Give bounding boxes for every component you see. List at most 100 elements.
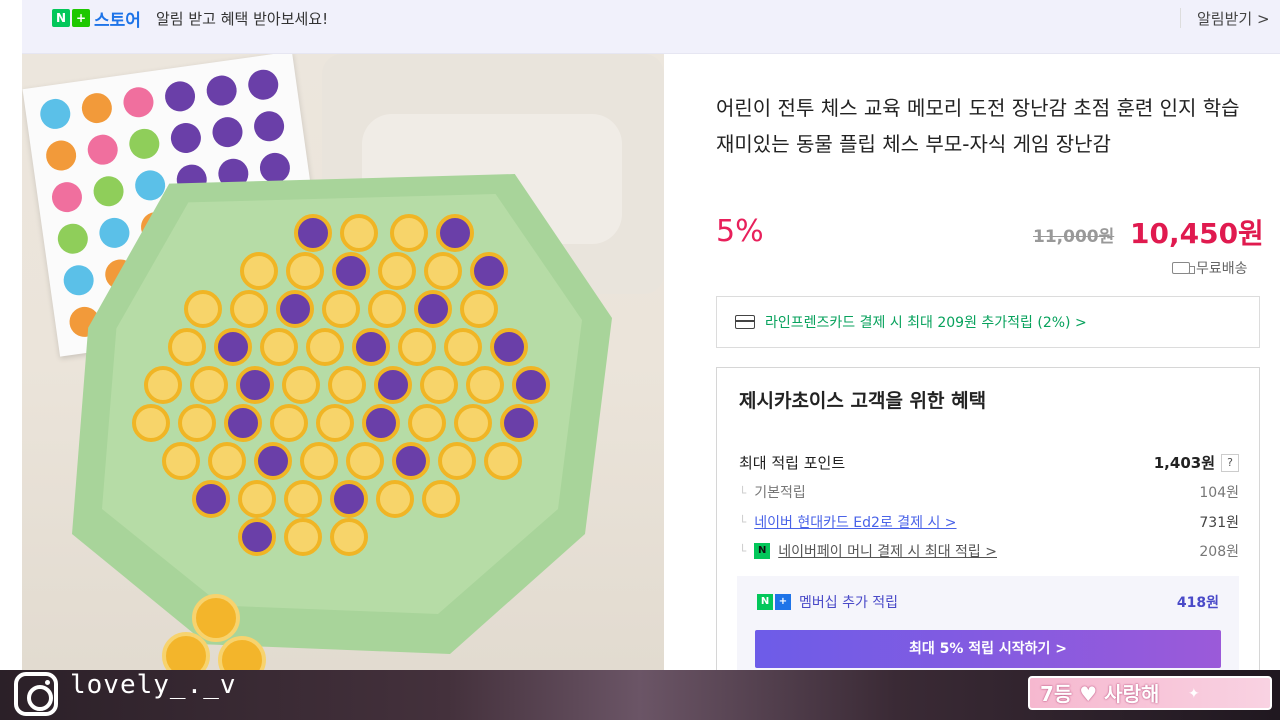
game-token	[282, 366, 320, 404]
game-token	[436, 214, 474, 252]
naver-pay-icon: N	[754, 543, 771, 559]
basic-point-row: 기본적립 104원	[739, 482, 1239, 502]
game-token	[330, 518, 368, 556]
game-token	[346, 442, 384, 480]
sticker	[127, 126, 162, 161]
game-token	[512, 366, 550, 404]
game-token	[322, 290, 360, 328]
basic-point-value: 104원	[1199, 485, 1239, 501]
sparkle-icon: ✦	[1188, 686, 1200, 702]
sticker	[252, 109, 287, 144]
game-token	[332, 252, 370, 290]
game-token	[490, 328, 528, 366]
membership-box: N + 멤버십 추가 적립 418원 최대 5% 적립 시작하기 >	[737, 576, 1239, 676]
game-token	[214, 328, 252, 366]
naver-pay-link[interactable]: 네이버페이 머니 결제 시 최대 적립 >	[778, 541, 997, 561]
game-token	[378, 252, 416, 290]
membership-n: N	[757, 594, 773, 610]
npay-point-prefix	[739, 543, 754, 559]
game-token	[500, 404, 538, 442]
game-token	[454, 404, 492, 442]
product-title: 어린이 전투 체스 교육 메모리 도전 장난감 초점 훈련 인지 학습 재미있는…	[716, 96, 1240, 156]
benefit-title: 제시카초이스 고객을 위한 혜택	[739, 390, 987, 412]
max-point-value: 1,403원	[1153, 454, 1215, 472]
instagram-icon	[14, 672, 58, 716]
max-point-label: 최대 적립 포인트	[739, 454, 846, 472]
help-icon[interactable]: ?	[1221, 453, 1239, 472]
membership-label: 멤버십 추가 적립	[799, 595, 899, 611]
shipping-info: 무료배송	[1172, 258, 1248, 278]
game-token	[260, 328, 298, 366]
game-token	[374, 366, 412, 404]
sale-price: 10,450원	[1130, 217, 1264, 250]
game-token	[190, 366, 228, 404]
membership-row: N + 멤버십 추가 적립 418원	[757, 592, 1219, 612]
game-token	[192, 480, 230, 518]
game-token	[398, 328, 436, 366]
game-token	[236, 366, 274, 404]
game-token	[408, 404, 446, 442]
naver-plus-membership-icon: N +	[757, 594, 791, 610]
game-token	[144, 366, 182, 404]
max-point-row: 최대 적립 포인트 1,403원 ?	[739, 452, 1239, 473]
game-token	[178, 404, 216, 442]
sticker	[44, 138, 79, 173]
game-token	[184, 290, 222, 328]
game-token	[414, 290, 452, 328]
naver-plus-logo[interactable]: N +	[52, 9, 90, 27]
sticker	[204, 73, 239, 108]
store-label[interactable]: 스토어	[94, 6, 141, 31]
sticker	[163, 79, 198, 114]
sticker	[210, 115, 245, 150]
truck-icon	[1172, 262, 1195, 274]
game-token	[284, 518, 322, 556]
game-token	[340, 214, 378, 252]
game-token	[208, 442, 246, 480]
game-token	[420, 366, 458, 404]
product-image[interactable]	[22, 54, 664, 670]
benefit-panel: 제시카초이스 고객을 위한 혜택 최대 적립 포인트 1,403원 ? 기본적립…	[716, 367, 1260, 687]
card-promo-banner[interactable]: 라인프렌즈카드 결제 시 최대 209원 추가적립 (2%) >	[716, 296, 1260, 348]
npay-point-row: N 네이버페이 머니 결제 시 최대 적립 > 208원	[739, 541, 1239, 561]
logo-n: N	[52, 9, 70, 27]
sticker	[97, 215, 132, 250]
game-token	[376, 480, 414, 518]
start-membership-button[interactable]: 최대 5% 적립 시작하기 >	[755, 630, 1221, 668]
credit-card-icon	[735, 315, 755, 329]
basic-point-label: 기본적립	[739, 482, 806, 502]
game-token	[240, 252, 278, 290]
game-token	[328, 366, 366, 404]
game-token	[168, 328, 206, 366]
game-token	[224, 404, 262, 442]
game-token	[352, 328, 390, 366]
game-token	[276, 290, 314, 328]
game-token	[466, 366, 504, 404]
sticker	[168, 121, 203, 155]
game-token	[316, 404, 354, 442]
sticker	[257, 150, 292, 185]
membership-plus: +	[775, 594, 791, 610]
notification-message: 알림 받고 혜택 받아보세요!	[156, 10, 329, 28]
game-token	[390, 214, 428, 252]
sticker	[91, 174, 126, 209]
sticker	[121, 85, 156, 120]
original-price: 11,000원	[1033, 227, 1115, 247]
game-token	[444, 328, 482, 366]
sticker	[246, 67, 281, 102]
subscribe-alerts-link[interactable]: 알림받기 >	[1197, 8, 1270, 29]
sticker	[85, 132, 120, 167]
sticker	[79, 91, 114, 126]
card-point-prefix	[739, 514, 754, 530]
naver-hyundai-card-link[interactable]: 네이버 현대카드 Ed2로 결제 시 >	[754, 512, 956, 532]
membership-value: 418원	[1176, 595, 1219, 611]
sticker	[55, 221, 90, 256]
game-token	[460, 290, 498, 328]
game-token	[438, 442, 476, 480]
game-token	[238, 480, 276, 518]
discount-rate: 5%	[716, 214, 764, 249]
game-token	[330, 480, 368, 518]
rank-text: 7등 ♥ 사랑해	[1040, 682, 1160, 706]
game-token	[392, 442, 430, 480]
game-token	[284, 480, 322, 518]
game-token	[424, 252, 462, 290]
